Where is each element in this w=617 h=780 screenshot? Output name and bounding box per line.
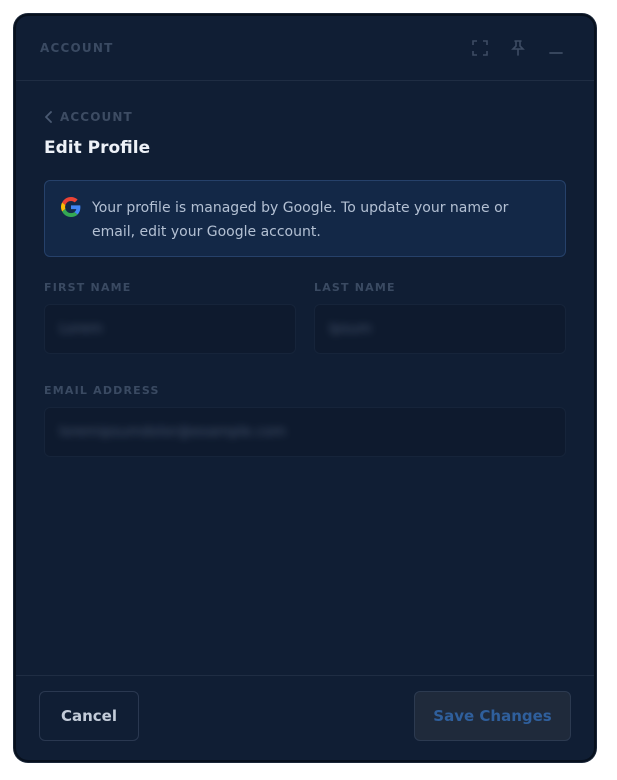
email-value: loremipsumdolor@example.com bbox=[59, 424, 287, 440]
profile-form: FIRST NAME Lorem LAST NAME Ipsum EMAIL A… bbox=[44, 281, 566, 457]
edit-profile-window: ACCOUNT ACCOUNT Edit Profile Your profil… bbox=[14, 14, 596, 762]
first-name-label: FIRST NAME bbox=[44, 281, 132, 294]
last-name-label: LAST NAME bbox=[314, 281, 396, 294]
google-logo-icon bbox=[61, 197, 81, 217]
email-field[interactable]: loremipsumdolor@example.com bbox=[44, 407, 566, 457]
first-name-field[interactable]: Lorem bbox=[44, 304, 296, 354]
page-title: Edit Profile bbox=[44, 138, 151, 158]
breadcrumb-account-link[interactable]: ACCOUNT bbox=[60, 110, 133, 124]
pin-icon[interactable] bbox=[508, 38, 528, 58]
email-label: EMAIL ADDRESS bbox=[44, 384, 160, 397]
breadcrumb[interactable]: ACCOUNT bbox=[44, 108, 566, 126]
last-name-group: LAST NAME Ipsum bbox=[314, 281, 566, 354]
notice-text: Your profile is managed by Google. To up… bbox=[92, 200, 509, 240]
minimize-icon[interactable] bbox=[546, 38, 566, 58]
last-name-field[interactable]: Ipsum bbox=[314, 304, 566, 354]
first-name-value: Lorem bbox=[59, 321, 103, 337]
dialog-footer: Cancel Save Changes bbox=[16, 675, 594, 760]
window-controls bbox=[470, 38, 566, 58]
expand-icon[interactable] bbox=[470, 38, 490, 58]
google-managed-notice: Your profile is managed by Google. To up… bbox=[44, 180, 566, 257]
edit-profile-content: ACCOUNT Edit Profile Your profile is man… bbox=[44, 108, 566, 257]
save-changes-button[interactable]: Save Changes bbox=[414, 691, 571, 741]
first-name-group: FIRST NAME Lorem bbox=[44, 281, 296, 354]
window-title: ACCOUNT bbox=[40, 41, 114, 55]
cancel-button[interactable]: Cancel bbox=[39, 691, 139, 741]
last-name-value: Ipsum bbox=[329, 321, 372, 337]
chevron-left-icon[interactable] bbox=[44, 108, 54, 127]
window-titlebar: ACCOUNT bbox=[16, 16, 594, 81]
email-group: EMAIL ADDRESS loremipsumdolor@example.co… bbox=[44, 384, 566, 457]
